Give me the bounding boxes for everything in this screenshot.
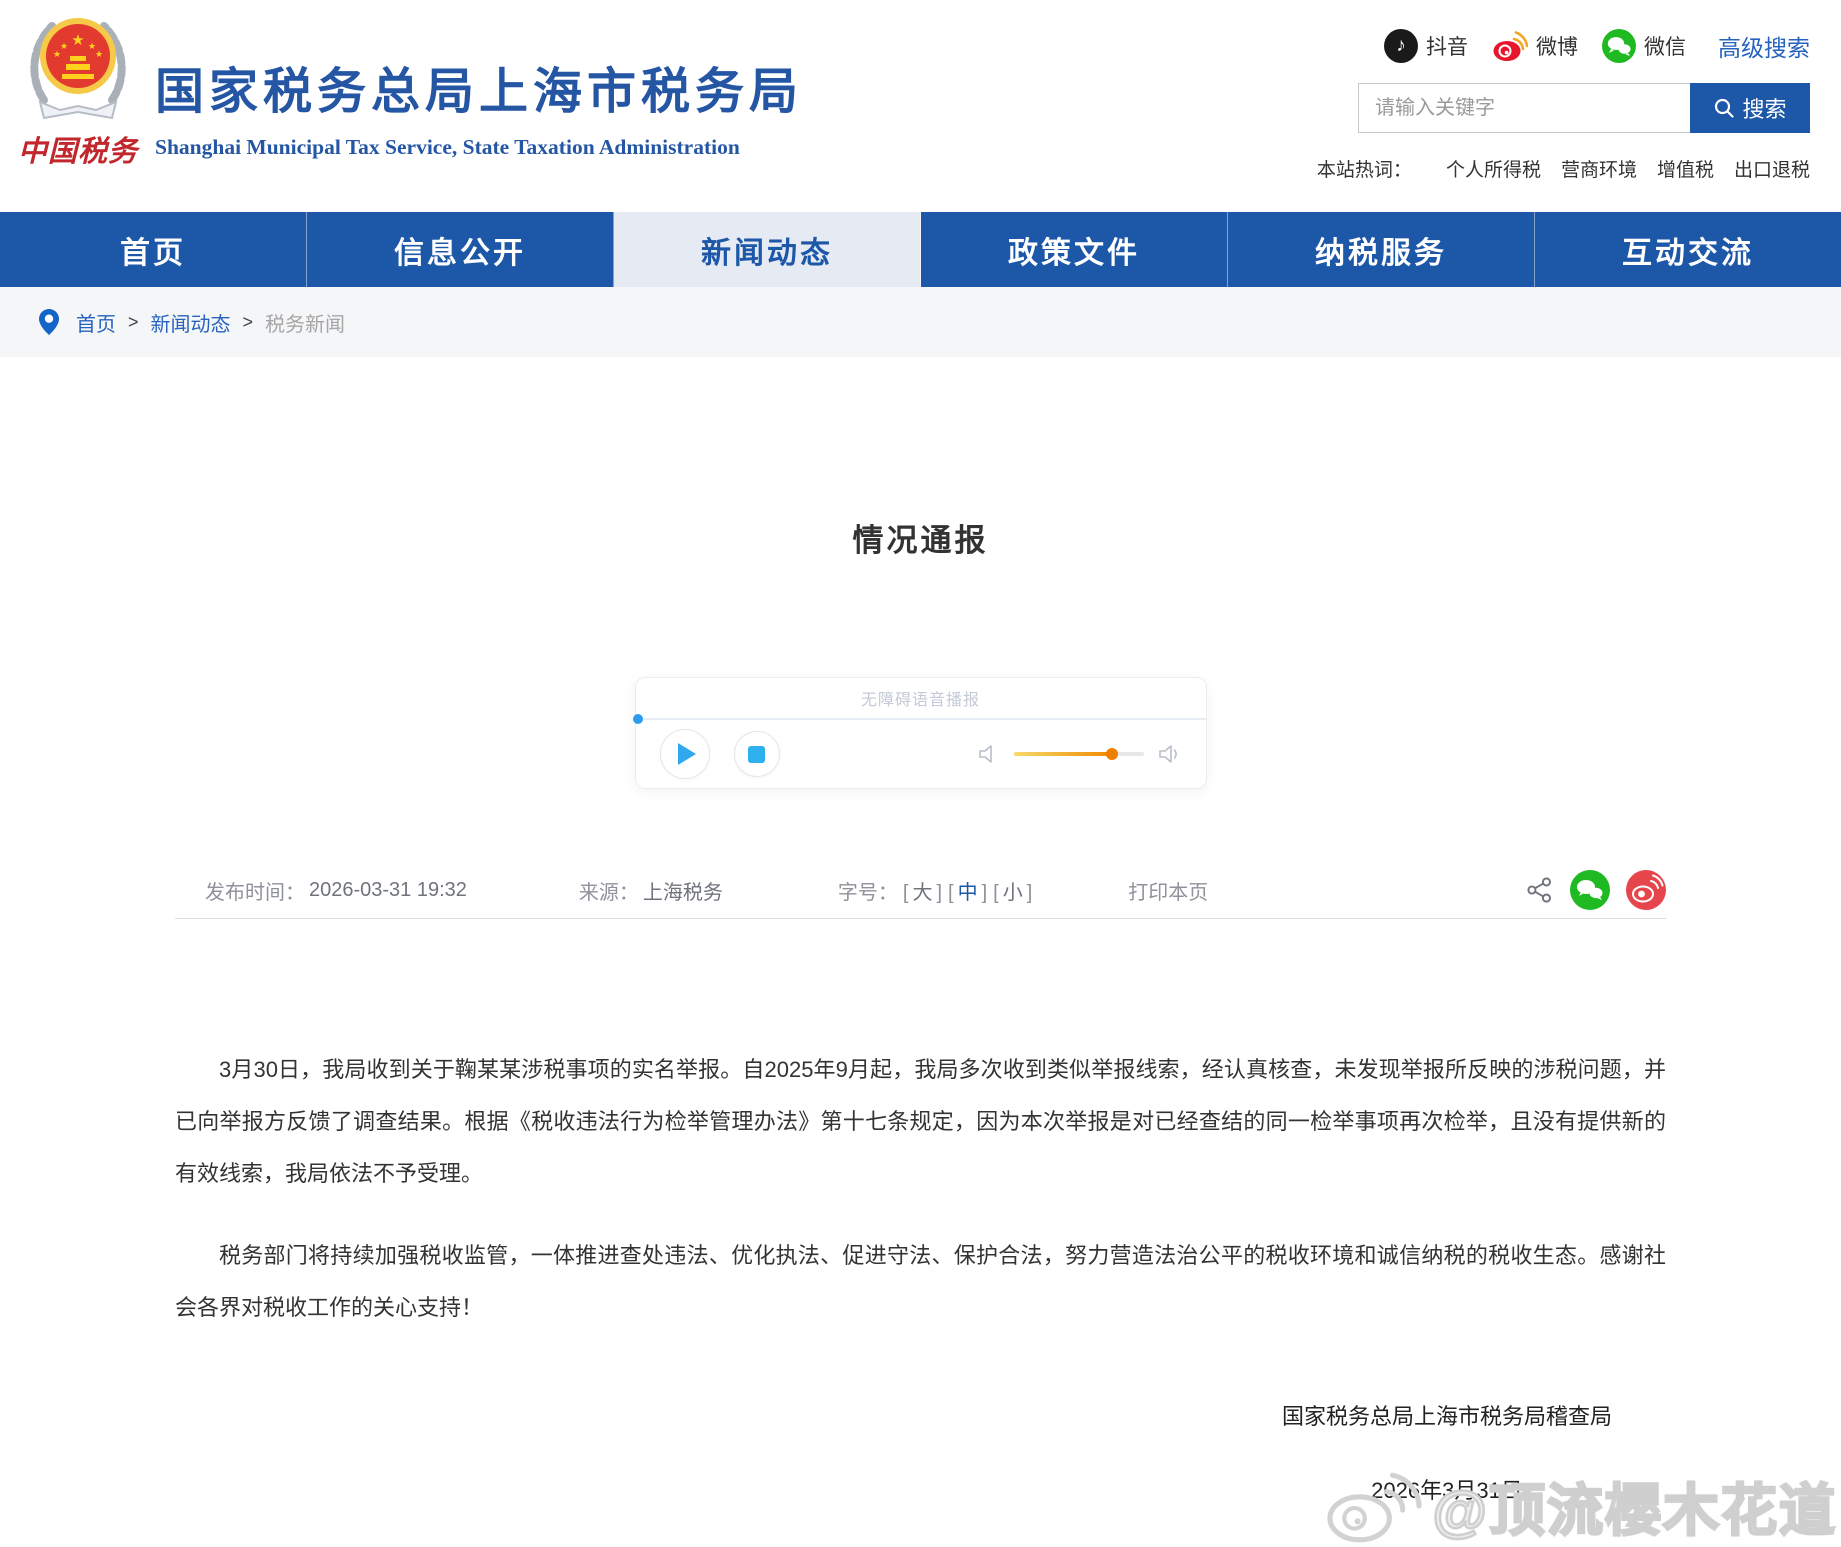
volume-knob[interactable] [1106,748,1119,760]
volume-high-icon [1158,745,1177,763]
search-button-label: 搜索 [1742,97,1787,122]
page: ★ ★ ★ ★ ★ 中国税务 国家税务总局上海市税务局 Shanghai Mun… [0,0,1841,1547]
main-nav: 首页 信息公开 新闻动态 政策文件 纳税服务 互动交流 [0,212,1841,287]
weibo-share-icon [1626,870,1666,910]
article-paragraph: 税务部门将持续加强税收监管，一体推进查处违法、优化执法、促进守法、保护合法，努力… [175,1243,1666,1320]
font-size-large[interactable]: [大] [902,876,943,905]
share-weibo-button[interactable] [1626,870,1666,910]
weibo-icon [1493,31,1528,61]
weibo-link[interactable]: 微博 [1492,30,1578,62]
article: 情况通报 无障碍语音播报 发布时间： 2026-03-31 19:32 来源： … [0,357,1841,1547]
font-size-label: 字号： [837,881,898,904]
tax-emblem-icon: ★ ★ ★ ★ ★ [30,18,126,120]
stop-button[interactable] [733,731,780,777]
logo-caption: 中国税务 [17,136,138,168]
site-header: ★ ★ ★ ★ ★ 中国税务 国家税务总局上海市税务局 Shanghai Mun… [0,0,1841,212]
douyin-link[interactable]: ♪ 抖音 [1384,29,1468,63]
wechat-link[interactable]: 微信 [1602,29,1686,63]
stop-icon [748,745,765,763]
publish-time-value: 2026-03-31 19:32 [309,878,467,901]
nav-item-policy[interactable]: 政策文件 [921,212,1228,287]
search-input[interactable] [1358,83,1690,133]
article-meta: 发布时间： 2026-03-31 19:32 来源： 上海税务 字号： [大] … [175,862,1666,919]
play-button[interactable] [659,729,710,779]
audio-player-header: 无障碍语音播报 [632,678,1206,724]
site-title-en: Shanghai Municipal Tax Service, State Ta… [155,135,740,159]
breadcrumb-current: 税务新闻 [265,313,346,336]
nav-item-news[interactable]: 新闻动态 [614,212,921,287]
publish-time: 发布时间： 2026-03-31 19:32 [205,876,467,905]
breadcrumb-separator: > [128,311,139,332]
signature-block: 国家税务总局上海市税务局稽查局 2026年3月31日 [1282,1399,1612,1505]
svg-text:★: ★ [60,41,68,51]
hot-word-link[interactable]: 营商环境 [1561,155,1637,182]
breadcrumb: 首页 > 新闻动态 > 税务新闻 [0,287,1841,357]
weibo-label: 微博 [1536,36,1578,59]
font-size-medium[interactable]: [中] [947,876,988,905]
volume-slider[interactable] [1013,748,1144,760]
source-value: 上海税务 [642,881,723,904]
publish-time-label: 发布时间： [205,881,305,904]
font-size-control: 字号： [大] [中] [小] [838,876,1033,905]
nav-item-home[interactable]: 首页 [0,212,307,287]
article-paragraph: 3月30日，我局收到关于鞠某某涉税事项的实名举报。自2025年9月起，我局多次收… [175,1057,1666,1186]
header-right: ♪ 抖音 微博 微信 高级搜索 请输入关键字 搜索 本站热词： 个人所得税 营商… [1070,26,1810,182]
douyin-icon: ♪ [1384,29,1418,63]
print-page-button[interactable]: 打印本页 [1128,876,1208,905]
article-title: 情况通报 [852,523,989,558]
search-bar: 搜索 [1070,83,1810,133]
hot-words-row: 本站热词： 个人所得税 营商环境 增值税 出口退税 [1070,155,1810,182]
hot-word-link[interactable]: 增值税 [1657,155,1714,182]
audio-player: 无障碍语音播报 [632,677,1207,789]
share-nodes-icon [1527,877,1551,903]
signature-date: 2026年3月31日 [1371,1478,1523,1503]
wechat-icon [1602,29,1636,63]
svg-text:★: ★ [95,49,103,59]
breadcrumb-separator: > [242,311,254,332]
breadcrumb-home[interactable]: 首页 [76,308,116,337]
source-label: 来源： [578,881,639,904]
audio-player-controls [636,720,1206,788]
hot-words-label: 本站热词： [1316,160,1412,181]
share-wechat-button[interactable] [1570,870,1610,910]
hot-word-link[interactable]: 个人所得税 [1446,155,1541,182]
audio-progress-dot [632,714,643,724]
wechat-share-icon [1570,870,1610,910]
social-row: ♪ 抖音 微博 微信 高级搜索 [1070,26,1810,66]
share-button[interactable] [1526,876,1554,904]
volume-group [978,744,1182,764]
nav-item-interaction[interactable]: 互动交流 [1535,212,1841,287]
volume-low-icon [978,745,992,763]
share-icons [1526,870,1666,910]
source: 来源： 上海税务 [579,876,723,905]
site-title-cn: 国家税务总局上海市税务局 [155,65,804,119]
signature-name: 国家税务总局上海市税务局稽查局 [1281,1404,1612,1429]
advanced-search-link[interactable]: 高级搜索 [1718,29,1810,63]
wechat-label: 微信 [1644,36,1686,59]
search-icon [1715,98,1735,118]
breadcrumb-news[interactable]: 新闻动态 [151,308,231,337]
nav-item-info-disclosure[interactable]: 信息公开 [307,212,614,287]
font-size-small[interactable]: [小] [992,876,1033,905]
douyin-label: 抖音 [1426,36,1468,59]
hot-word-link[interactable]: 出口退税 [1734,155,1810,182]
svg-text:★: ★ [53,49,61,59]
site-logo[interactable]: ★ ★ ★ ★ ★ 中国税务 [12,4,144,170]
article-body: 3月30日，我局收到关于鞠某某涉税事项的实名举报。自2025年9月起，我局多次收… [175,919,1666,1334]
play-icon [678,743,696,765]
site-titles: 国家税务总局上海市税务局 Shanghai Municipal Tax Serv… [155,52,803,160]
audio-player-label: 无障碍语音播报 [860,692,980,709]
svg-text:★: ★ [71,32,84,49]
location-pin-icon [38,308,60,336]
volume-fill [1013,752,1113,756]
nav-item-tax-service[interactable]: 纳税服务 [1228,212,1535,287]
search-button[interactable]: 搜索 [1690,83,1810,133]
